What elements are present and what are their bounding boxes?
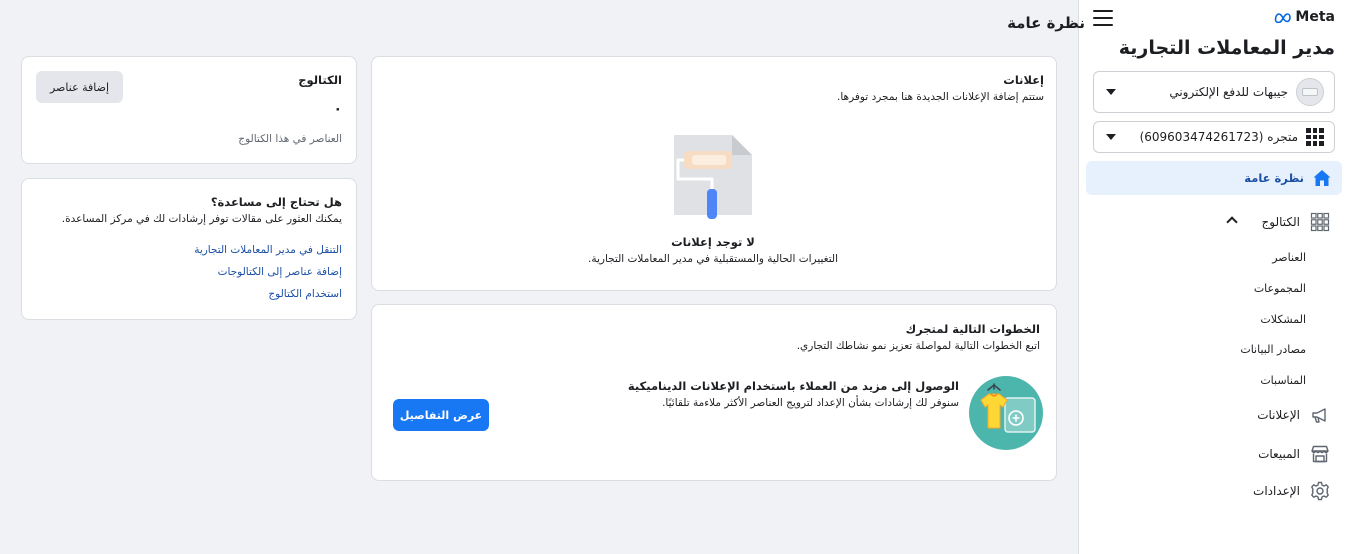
view-details-button[interactable]: عرض التفاصيل [393, 399, 489, 431]
megaphone-icon [1312, 408, 1326, 423]
app-title: مدير المعاملات التجارية [1118, 37, 1335, 59]
business-select[interactable]: جيبهات للدفع الإلكتروني [1093, 71, 1335, 113]
catalog-select[interactable]: متجره (609603474261723) [1093, 121, 1335, 153]
ads-card-title: إعلانات [1003, 73, 1044, 87]
catalog-grid-icon [1306, 128, 1324, 146]
page-title: نظرة عامة [1007, 14, 1085, 32]
nav-catalog-issues[interactable]: المشكلات [1260, 313, 1306, 326]
next-steps-subtitle: اتبع الخطوات التالية لمواصلة تعزيز نمو ن… [796, 340, 1040, 352]
nav-sales[interactable]: المبيعات [1086, 440, 1342, 468]
business-select-value: جيبهات للدفع الإلكتروني [1169, 85, 1288, 99]
catalog-card-title: الكتالوج [298, 73, 342, 87]
meta-infinity-icon [1275, 12, 1292, 23]
nav-ads[interactable]: الإعلانات [1086, 401, 1342, 429]
nav-settings[interactable]: الإعدادات [1086, 477, 1342, 505]
nav-catalog[interactable]: الكتالوج [1086, 208, 1342, 236]
nav-catalog-data-sources[interactable]: مصادر البيانات [1240, 343, 1306, 356]
nav-ads-label: الإعلانات [1257, 408, 1300, 422]
business-avatar [1296, 78, 1324, 106]
help-link-navigate[interactable]: التنقل في مدير المعاملات التجارية [194, 244, 342, 256]
shop-icon [1311, 445, 1329, 463]
next-steps-title: الخطوات التالية لمتجرك [905, 322, 1040, 336]
nav-catalog-items[interactable]: العناصر [1272, 251, 1306, 264]
nav-sales-label: المبيعات [1258, 447, 1300, 461]
add-items-button[interactable]: إضافة عناصر [36, 71, 123, 103]
brand-name: Meta [1295, 9, 1335, 25]
ads-card-subtitle: ستتم إضافة الإعلانات الجديدة هنا بمجرد ت… [837, 91, 1044, 103]
ads-empty-title: لا توجد إعلانات [671, 235, 755, 249]
catalog-select-value: متجره (609603474261723) [1139, 130, 1298, 144]
nav-catalog-label: الكتالوج [1261, 215, 1301, 229]
catalog-grid-icon [1310, 212, 1330, 232]
caret-down-icon [1106, 134, 1116, 140]
catalog-item-count: ٠ [333, 101, 342, 117]
ads-empty-text: التغييرات الحالية والمستقبلية في مدير ال… [587, 253, 839, 265]
sidebar: Meta مدير المعاملات التجارية جيبهات للدف… [1078, 0, 1366, 554]
dynamic-ads-illustration [969, 376, 1043, 450]
caret-down-icon [1106, 89, 1116, 95]
catalog-card: الكتالوج ٠ العناصر في هذا الكتالوج إضافة… [21, 56, 357, 164]
paint-roller-illustration [674, 135, 752, 219]
catalog-item-count-label: العناصر في هذا الكتالوج [238, 133, 342, 145]
dynamic-ads-title: الوصول إلى مزيد من العملاء باستخدام الإع… [627, 379, 959, 393]
nav-settings-label: الإعدادات [1253, 484, 1300, 498]
gear-icon [1311, 481, 1329, 501]
meta-logo[interactable]: Meta [1274, 9, 1335, 25]
menu-icon[interactable] [1093, 8, 1113, 28]
home-icon [1313, 170, 1331, 186]
nav-catalog-sets[interactable]: المجموعات [1254, 282, 1306, 295]
nav-overview-label: نظرة عامة [1244, 171, 1304, 185]
help-card-title: هل تحتاج إلى مساعدة؟ [210, 195, 342, 209]
help-link-add-items[interactable]: إضافة عناصر إلى الكتالوجات [218, 266, 342, 278]
nav-catalog-events[interactable]: المناسبات [1260, 374, 1306, 387]
help-card: هل تحتاج إلى مساعدة؟ يمكنك العثور على مق… [21, 178, 357, 320]
help-card-subtitle: يمكنك العثور على مقالات توفر إرشادات لك … [61, 213, 342, 225]
dynamic-ads-text: سنوفر لك إرشادات بشأن الإعداد لترويج الع… [662, 397, 959, 409]
next-steps-card: الخطوات التالية لمتجرك اتبع الخطوات التا… [371, 304, 1057, 481]
ads-card: إعلانات ستتم إضافة الإعلانات الجديدة هنا… [371, 56, 1057, 291]
nav-overview[interactable]: نظرة عامة [1086, 161, 1342, 195]
help-link-use-catalog[interactable]: استخدام الكتالوج [268, 288, 342, 300]
